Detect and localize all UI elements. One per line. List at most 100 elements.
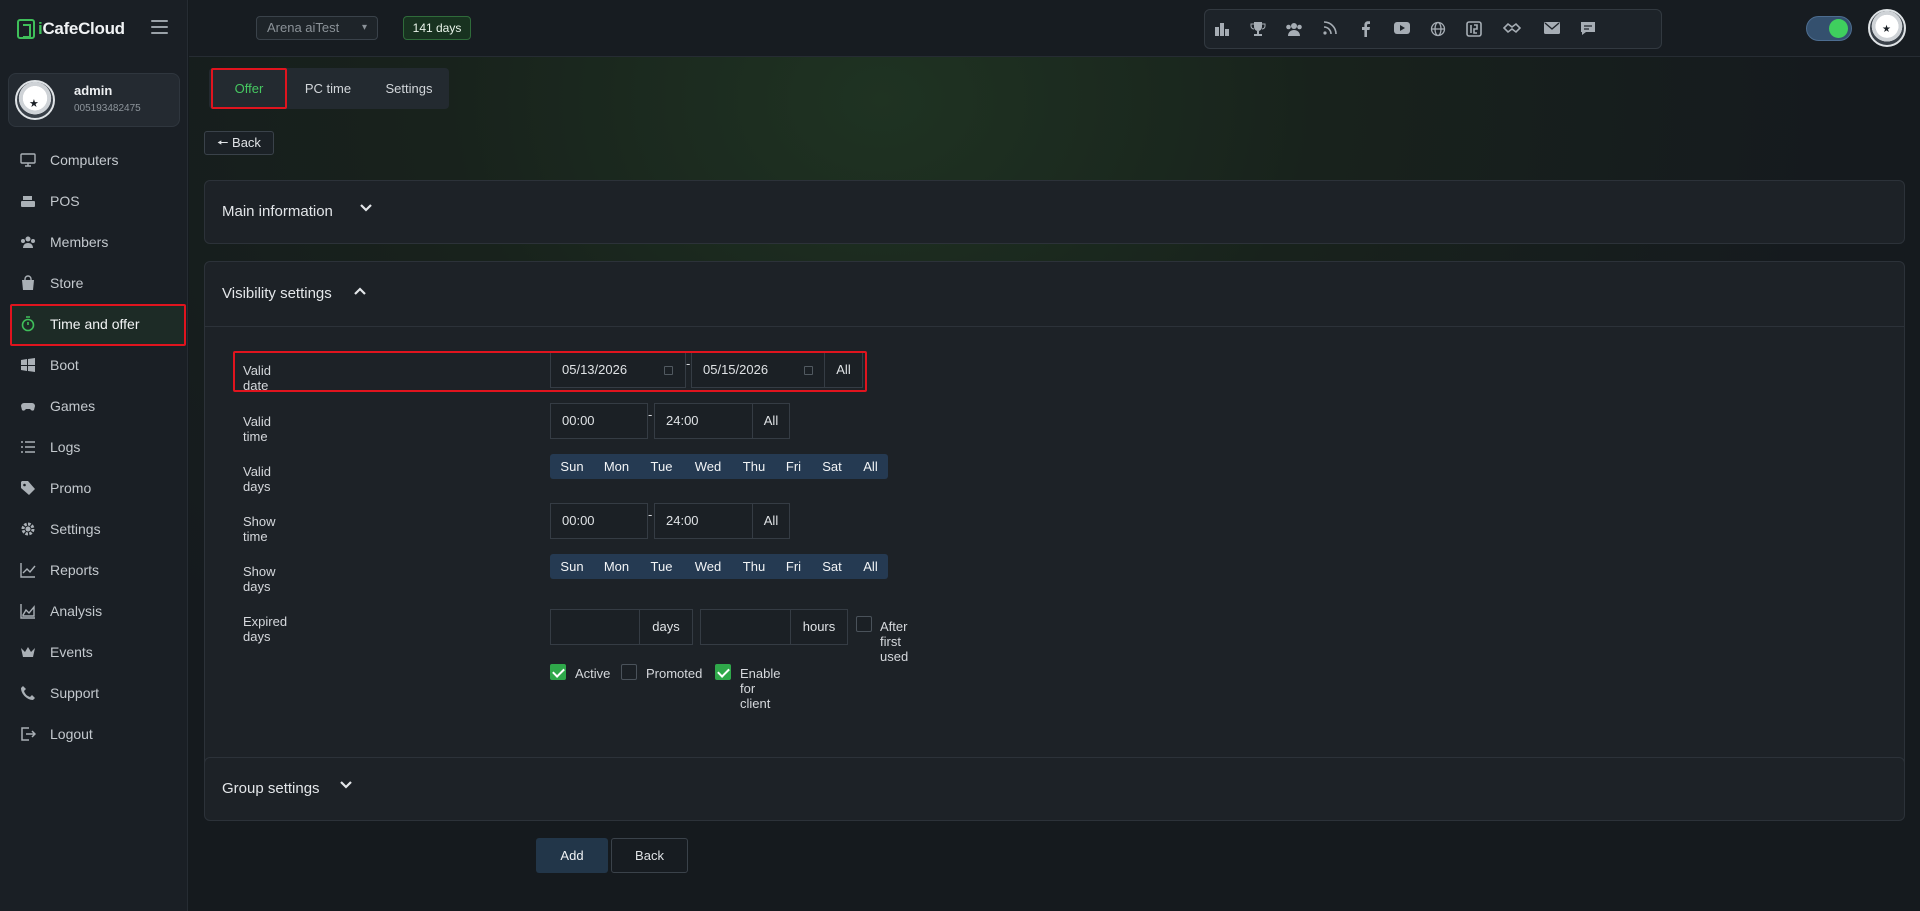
valid-day-sat[interactable]: Sat — [811, 454, 853, 479]
sidebar-item-label: Support — [50, 684, 100, 701]
show-time-to-input[interactable]: 24:00 — [654, 503, 753, 539]
show-time-from-input[interactable]: 00:00 — [550, 503, 648, 539]
sidebar-nav: Computers POS Members Store Time and off… — [0, 139, 188, 754]
valid-day-fri[interactable]: Fri — [776, 454, 811, 479]
tab-offer[interactable]: Offer — [211, 68, 287, 109]
users-icon — [20, 234, 36, 250]
valid-date-to-input[interactable]: 05/15/2026 — [691, 352, 826, 388]
rss-icon[interactable] — [1321, 21, 1339, 39]
tab-bar: Offer PC time Settings — [209, 68, 449, 109]
icafe-icon[interactable] — [1465, 21, 1483, 39]
user-id: 005193482475 — [74, 103, 141, 114]
valid-date-from-input[interactable]: 05/13/2026 — [550, 352, 686, 388]
sidebar-item-analysis[interactable]: Analysis — [0, 590, 188, 631]
gear-icon — [20, 521, 36, 537]
show-day-sat[interactable]: Sat — [811, 554, 853, 579]
globe-icon[interactable] — [1429, 21, 1447, 39]
days-unit: days — [639, 609, 693, 645]
calendar-icon[interactable] — [804, 366, 813, 375]
logout-icon — [20, 726, 37, 742]
sidebar-item-boot[interactable]: Boot — [0, 344, 188, 385]
valid-day-tue[interactable]: Tue — [639, 454, 684, 479]
menu-toggle-icon[interactable] — [151, 20, 168, 34]
handshake-icon[interactable] — [1502, 21, 1522, 39]
sidebar-item-logs[interactable]: Logs — [0, 426, 188, 467]
show-day-tue[interactable]: Tue — [639, 554, 684, 579]
back-bottom-button[interactable]: Back — [611, 838, 688, 873]
sidebar-item-games[interactable]: Games — [0, 385, 188, 426]
expired-days-input[interactable] — [550, 609, 640, 645]
show-day-thu[interactable]: Thu — [732, 554, 776, 579]
valid-time-all-button[interactable]: All — [752, 403, 790, 439]
sidebar-item-label: POS — [50, 192, 80, 209]
sidebar-item-settings[interactable]: Settings — [0, 508, 188, 549]
valid-date-all-button[interactable]: All — [824, 352, 863, 388]
brand-name: CafeCloud — [42, 19, 125, 38]
active-label: Active — [575, 666, 611, 681]
valid-day-sun[interactable]: Sun — [550, 454, 594, 479]
range-separator: - — [686, 356, 691, 371]
valid-day-thu[interactable]: Thu — [732, 454, 776, 479]
valid-time-from-input[interactable]: 00:00 — [550, 403, 648, 439]
trophy-icon[interactable] — [1249, 21, 1267, 39]
main-information-title[interactable]: Main information — [222, 203, 333, 220]
facebook-icon[interactable] — [1357, 21, 1375, 39]
sidebar-item-label: Logout — [50, 725, 93, 742]
sidebar-item-logout[interactable]: Logout — [0, 713, 188, 754]
valid-day-mon[interactable]: Mon — [594, 454, 639, 479]
group-settings-title[interactable]: Group settings — [222, 780, 320, 797]
sidebar-item-time-and-offer[interactable]: Time and offer — [0, 303, 188, 346]
tab-settings[interactable]: Settings — [369, 68, 449, 109]
avatar[interactable] — [1868, 9, 1906, 47]
valid-date-from-value: 05/13/2026 — [562, 362, 628, 377]
sidebar-item-members[interactable]: Members — [0, 221, 188, 262]
chat-icon[interactable] — [1579, 21, 1597, 39]
mail-icon[interactable] — [1543, 21, 1561, 39]
sidebar-item-computers[interactable]: Computers — [0, 139, 188, 180]
calendar-icon[interactable] — [664, 366, 673, 375]
back-button[interactable]: 🠔 Back — [204, 131, 274, 155]
chevron-up-icon[interactable] — [353, 284, 367, 301]
chevron-down-icon[interactable] — [359, 201, 373, 218]
valid-day-wed[interactable]: Wed — [684, 454, 732, 479]
show-time-all-button[interactable]: All — [752, 503, 790, 539]
sidebar-item-label: Promo — [50, 479, 92, 496]
group-settings-panel: Group settings — [204, 757, 1905, 821]
enable-for-client-checkbox[interactable] — [715, 664, 731, 680]
tag-icon — [20, 480, 36, 496]
show-day-sun[interactable]: Sun — [550, 554, 594, 579]
area-chart-icon — [20, 603, 36, 619]
sidebar-item-label: Members — [50, 233, 109, 250]
valid-days-label: Valid days — [243, 464, 271, 494]
valid-time-to-input[interactable]: 24:00 — [654, 403, 753, 439]
valid-day-all[interactable]: All — [853, 454, 888, 479]
youtube-icon[interactable] — [1393, 21, 1411, 39]
avatar — [15, 80, 55, 120]
sidebar-item-reports[interactable]: Reports — [0, 549, 188, 590]
sidebar-item-events[interactable]: Events — [0, 631, 188, 672]
show-day-wed[interactable]: Wed — [684, 554, 732, 579]
active-checkbox[interactable] — [550, 664, 566, 680]
sidebar-item-pos[interactable]: POS — [0, 180, 188, 221]
arena-select[interactable]: Arena aiTest ▾ — [256, 16, 378, 40]
sidebar-item-promo[interactable]: Promo — [0, 467, 188, 508]
visibility-settings-panel: Visibility settings — [204, 261, 1905, 798]
show-day-fri[interactable]: Fri — [776, 554, 811, 579]
sidebar-item-support[interactable]: Support — [0, 672, 188, 713]
add-button[interactable]: Add — [536, 838, 608, 873]
theme-toggle[interactable] — [1806, 16, 1852, 41]
chevron-down-icon[interactable] — [339, 778, 353, 795]
user-card[interactable]: admin 005193482475 — [8, 73, 180, 127]
expired-hours-input[interactable] — [700, 609, 791, 645]
promoted-checkbox[interactable] — [621, 664, 637, 680]
gamepad-icon — [20, 398, 36, 414]
show-day-mon[interactable]: Mon — [594, 554, 639, 579]
sidebar-item-store[interactable]: Store — [0, 262, 188, 303]
visibility-settings-title[interactable]: Visibility settings — [222, 285, 332, 302]
group-icon[interactable] — [1285, 21, 1303, 39]
leaderboard-icon[interactable] — [1213, 21, 1231, 39]
app-logo[interactable]: iCafeCloud — [17, 18, 125, 40]
after-first-used-checkbox[interactable] — [856, 616, 872, 632]
show-day-all[interactable]: All — [853, 554, 888, 579]
tab-pc-time[interactable]: PC time — [287, 68, 369, 109]
